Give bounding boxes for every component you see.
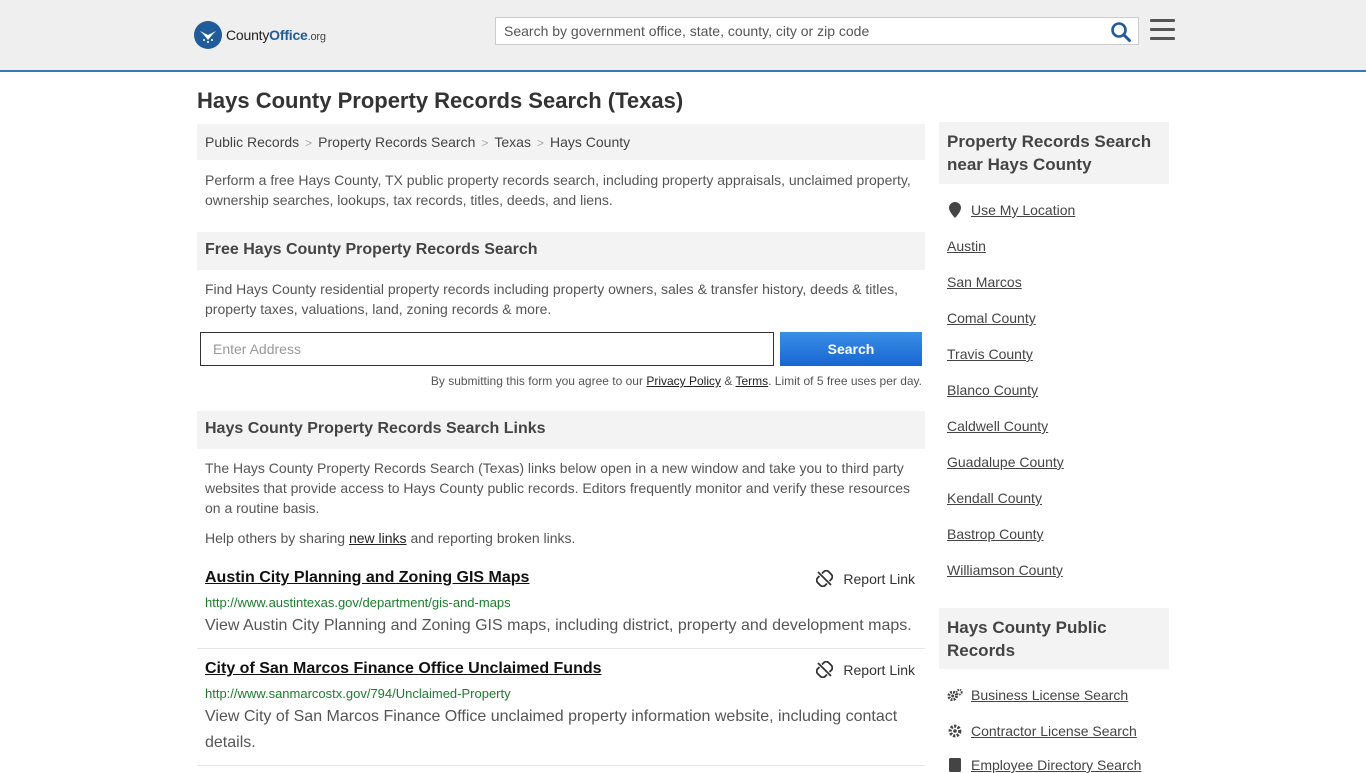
sidebar-nearby-heading: Property Records Search near Hays County <box>939 122 1169 184</box>
gears-icon <box>947 687 963 703</box>
report-link-button[interactable]: Report Link <box>816 570 915 587</box>
help-sharing-text: Help others by sharing new links and rep… <box>205 530 576 546</box>
breadcrumb-hays-county: Hays County <box>549 134 631 150</box>
hamburger-menu-icon[interactable] <box>1150 19 1175 41</box>
breadcrumb-property-records-search[interactable]: Property Records Search <box>318 134 475 150</box>
sidebar-item-williamson-county[interactable]: Williamson County <box>947 562 1063 578</box>
sidebar-item-caldwell-county[interactable]: Caldwell County <box>947 418 1048 434</box>
sidebar-item-comal-county[interactable]: Comal County <box>947 310 1036 326</box>
result-url: http://www.sanmarcostx.gov/794/Unclaimed… <box>205 686 511 701</box>
site-logo[interactable]: CountyOffice.org <box>194 20 326 50</box>
breadcrumb-texas[interactable]: Texas <box>494 134 531 150</box>
terms-link[interactable]: Terms <box>735 374 768 388</box>
site-search-input[interactable] <box>504 18 1104 44</box>
terms-notice: By submitting this form you agree to our… <box>430 374 922 388</box>
divider <box>197 765 925 766</box>
divider <box>197 648 925 649</box>
chevron-right-icon: > <box>481 136 489 150</box>
address-search-button[interactable]: Search <box>780 332 922 366</box>
sidebar-item-bastrop-county[interactable]: Bastrop County <box>947 526 1044 542</box>
broken-link-icon <box>816 570 834 587</box>
links-section-heading: Hays County Property Records Search Link… <box>197 411 925 449</box>
result-title-link[interactable]: City of San Marcos Finance Office Unclai… <box>205 660 602 678</box>
privacy-policy-link[interactable]: Privacy Policy <box>646 374 721 388</box>
chevron-right-icon: > <box>536 136 544 150</box>
broken-link-icon <box>816 661 834 678</box>
site-header: CountyOffice.org <box>0 0 1366 72</box>
result-description: View Austin City Planning and Zoning GIS… <box>205 617 912 634</box>
logo-text: CountyOffice.org <box>226 27 326 43</box>
page-title: Hays County Property Records Search (Tex… <box>197 88 684 113</box>
sidebar-item-blanco-county[interactable]: Blanco County <box>947 382 1038 398</box>
sidebar-item-travis-county[interactable]: Travis County <box>947 346 1033 362</box>
breadcrumb: Public Records > Property Records Search > T… <box>197 124 925 160</box>
sidebar-item-guadalupe-county[interactable]: Guadalupe County <box>947 454 1064 470</box>
new-links-link[interactable]: new links <box>349 530 407 546</box>
contractor-license-search-link[interactable]: Contractor License Search <box>947 723 1137 739</box>
address-input[interactable] <box>200 332 774 366</box>
report-link-button[interactable]: Report Link <box>816 661 915 678</box>
result-description: View City of San Marcos Finance Office u… <box>205 708 898 751</box>
sidebar-public-records-heading: Hays County Public Records <box>939 608 1169 669</box>
site-search-box <box>495 17 1139 45</box>
intro-text: Perform a free Hays County, TX public pr… <box>205 172 911 208</box>
sidebar-item-austin[interactable]: Austin <box>947 238 986 254</box>
gear-icon <box>947 723 963 739</box>
address-book-icon <box>947 757 963 773</box>
search-icon[interactable] <box>1110 21 1132 43</box>
sidebar-item-san-marcos[interactable]: San Marcos <box>947 274 1022 290</box>
map-pin-icon <box>947 202 963 218</box>
breadcrumb-public-records[interactable]: Public Records <box>205 134 299 150</box>
free-search-heading: Free Hays County Property Records Search <box>197 232 925 270</box>
chevron-right-icon: > <box>305 136 313 150</box>
free-search-description: Find Hays County residential property re… <box>205 281 899 317</box>
employee-directory-search-link[interactable]: Employee Directory Search <box>947 757 1141 773</box>
business-license-search-link[interactable]: Business License Search <box>947 687 1128 703</box>
result-title-link[interactable]: Austin City Planning and Zoning GIS Maps <box>205 569 529 587</box>
result-url: http://www.austintexas.gov/department/gi… <box>205 595 511 610</box>
links-section-description: The Hays County Property Records Search … <box>205 460 910 516</box>
eagle-logo-icon <box>194 21 222 49</box>
sidebar-item-kendall-county[interactable]: Kendall County <box>947 490 1042 506</box>
use-my-location-link[interactable]: Use My Location <box>947 202 1075 218</box>
